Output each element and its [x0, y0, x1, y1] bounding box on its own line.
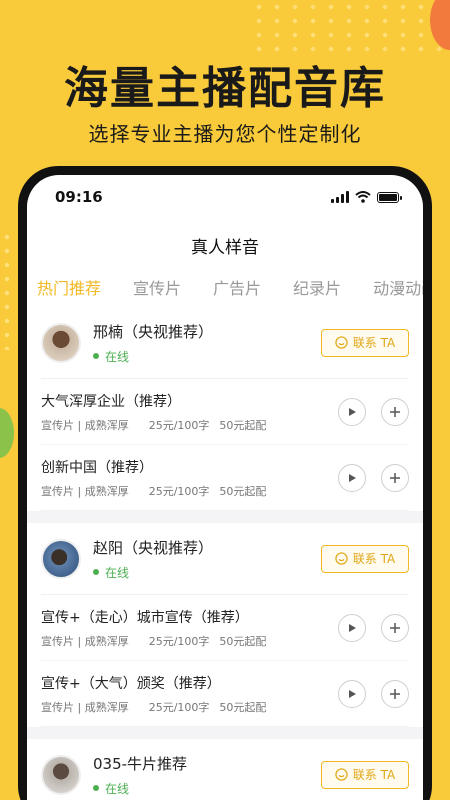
play-icon — [349, 407, 356, 416]
play-icon — [349, 473, 356, 482]
sample-meta: 宣传片 | 成熟浑厚 25元/100字 50元起配 — [41, 483, 323, 499]
contact-label: 联系 TA — [352, 768, 396, 782]
contact-label: 联系 TA — [352, 336, 396, 350]
online-dot-icon — [93, 569, 99, 575]
anchor-list: 邢楠（央视推荐） 在线 联系 TA 大气浑厚企业（推荐） 宣传片 | 成熟浑厚 2… — [27, 307, 423, 800]
sample-start-price: 50元起配 — [219, 634, 267, 648]
online-status: 在线 — [93, 780, 321, 797]
play-button[interactable] — [338, 463, 366, 492]
section-divider — [27, 511, 423, 523]
anchor-info: 邢楠（央视推荐） 在线 — [93, 321, 321, 365]
sample-info: 大气浑厚企业（推荐） 宣传片 | 成熟浑厚 25元/100字 50元起配 — [41, 391, 323, 433]
battery-icon — [377, 191, 402, 203]
plus-icon — [390, 688, 400, 699]
system-icons — [331, 191, 402, 203]
sample-info: 宣传+（大气）颁奖（推荐） 宣传片 | 成熟浑厚 25元/100字 50元起配 — [41, 673, 323, 715]
category-tabs: 热门推荐 宣传片 广告片 纪录片 动漫动画 — [27, 267, 423, 307]
online-label: 在线 — [105, 781, 130, 796]
tab-animation[interactable]: 动漫动画 — [373, 275, 423, 299]
sample-price: 25元/100字 — [148, 700, 210, 714]
online-label: 在线 — [105, 349, 130, 364]
plus-icon — [390, 472, 400, 483]
sample-title: 宣传+（大气）颁奖（推荐） — [41, 675, 221, 692]
decorative-dots — [250, 0, 450, 60]
add-button[interactable] — [381, 679, 409, 708]
smile-icon — [335, 336, 348, 349]
add-button[interactable] — [381, 613, 409, 642]
contact-button[interactable]: 联系 TA — [321, 760, 409, 789]
page-title: 真人样音 — [191, 238, 259, 258]
phone-frame: 09:16 真人样音 热门推荐 宣传片 广告片 纪录片 动漫动画 — [18, 166, 432, 800]
status-bar: 09:16 — [27, 175, 423, 219]
sample-row: 宣传+（大气）颁奖（推荐） 宣传片 | 成熟浑厚 25元/100字 50元起配 — [41, 661, 409, 727]
plus-icon — [390, 622, 400, 633]
sample-row: 创新中国（推荐） 宣传片 | 成熟浑厚 25元/100字 50元起配 — [41, 445, 409, 511]
plus-icon — [390, 406, 400, 417]
promo-headline: 海量主播配音库 — [64, 63, 386, 114]
sample-info: 宣传+（走心）城市宣传（推荐） 宣传片 | 成熟浑厚 25元/100字 50元起配 — [41, 607, 323, 649]
tab-advertisement[interactable]: 广告片 — [213, 275, 261, 299]
online-status: 在线 — [93, 348, 321, 365]
section-divider — [27, 727, 423, 739]
sample-info: 创新中国（推荐） 宣传片 | 成熟浑厚 25元/100字 50元起配 — [41, 457, 323, 499]
avatar[interactable] — [41, 538, 81, 579]
sample-title: 创新中国（推荐） — [41, 459, 153, 476]
phone-screen: 09:16 真人样音 热门推荐 宣传片 广告片 纪录片 动漫动画 — [27, 175, 423, 800]
anchor-name: 赵阳（央视推荐） — [93, 538, 214, 557]
anchor-card[interactable]: 035-牛片推荐 在线 联系 TA — [41, 739, 409, 800]
play-button[interactable] — [338, 613, 366, 642]
anchor-info: 赵阳（央视推荐） 在线 — [93, 537, 321, 581]
contact-button[interactable]: 联系 TA — [321, 544, 409, 573]
anchor-card[interactable]: 赵阳（央视推荐） 在线 联系 TA — [41, 523, 409, 595]
online-dot-icon — [93, 785, 99, 791]
sample-price: 25元/100字 — [148, 418, 210, 432]
add-button[interactable] — [381, 397, 409, 426]
sample-meta: 宣传片 | 成熟浑厚 25元/100字 50元起配 — [41, 699, 323, 715]
play-icon — [349, 689, 356, 698]
contact-label: 联系 TA — [352, 552, 396, 566]
promo-subline: 选择专业主播为您个性定制化 — [88, 122, 362, 146]
sample-price: 25元/100字 — [148, 484, 210, 498]
signal-icon — [331, 191, 349, 203]
sample-price: 25元/100字 — [148, 634, 210, 648]
anchor-name: 邢楠（央视推荐） — [93, 322, 214, 341]
sample-tags: 宣传片 | 成熟浑厚 — [41, 418, 129, 432]
smile-icon — [335, 552, 348, 565]
sample-title: 大气浑厚企业（推荐） — [41, 393, 181, 410]
sample-tags: 宣传片 | 成熟浑厚 — [41, 484, 129, 498]
sample-row: 大气浑厚企业（推荐） 宣传片 | 成熟浑厚 25元/100字 50元起配 — [41, 379, 409, 445]
anchor-info: 035-牛片推荐 在线 — [93, 753, 321, 797]
sample-tags: 宣传片 | 成熟浑厚 — [41, 700, 129, 714]
wifi-icon — [355, 191, 371, 203]
anchor-name: 035-牛片推荐 — [93, 754, 188, 773]
tab-promo-video[interactable]: 宣传片 — [133, 275, 181, 299]
play-button[interactable] — [338, 397, 366, 426]
avatar[interactable] — [41, 754, 81, 795]
add-button[interactable] — [381, 463, 409, 492]
sample-meta: 宣传片 | 成熟浑厚 25元/100字 50元起配 — [41, 633, 323, 649]
decorative-blob — [0, 408, 14, 458]
avatar[interactable] — [41, 322, 81, 363]
online-label: 在线 — [105, 565, 130, 580]
status-time: 09:16 — [55, 188, 103, 206]
sample-meta: 宣传片 | 成熟浑厚 25元/100字 50元起配 — [41, 417, 323, 433]
online-status: 在线 — [93, 564, 321, 581]
sample-start-price: 50元起配 — [219, 700, 267, 714]
smile-icon — [335, 768, 348, 781]
anchor-card[interactable]: 邢楠（央视推荐） 在线 联系 TA — [41, 307, 409, 379]
sample-row: 宣传+（走心）城市宣传（推荐） 宣传片 | 成熟浑厚 25元/100字 50元起配 — [41, 595, 409, 661]
sample-start-price: 50元起配 — [219, 418, 267, 432]
play-icon — [349, 623, 356, 632]
sample-start-price: 50元起配 — [219, 484, 267, 498]
sample-tags: 宣传片 | 成熟浑厚 — [41, 634, 129, 648]
online-dot-icon — [93, 353, 99, 359]
tab-hot[interactable]: 热门推荐 — [37, 275, 101, 299]
play-button[interactable] — [338, 679, 366, 708]
contact-button[interactable]: 联系 TA — [321, 328, 409, 357]
sample-title: 宣传+（走心）城市宣传（推荐） — [41, 609, 249, 626]
tab-documentary[interactable]: 纪录片 — [293, 275, 341, 299]
